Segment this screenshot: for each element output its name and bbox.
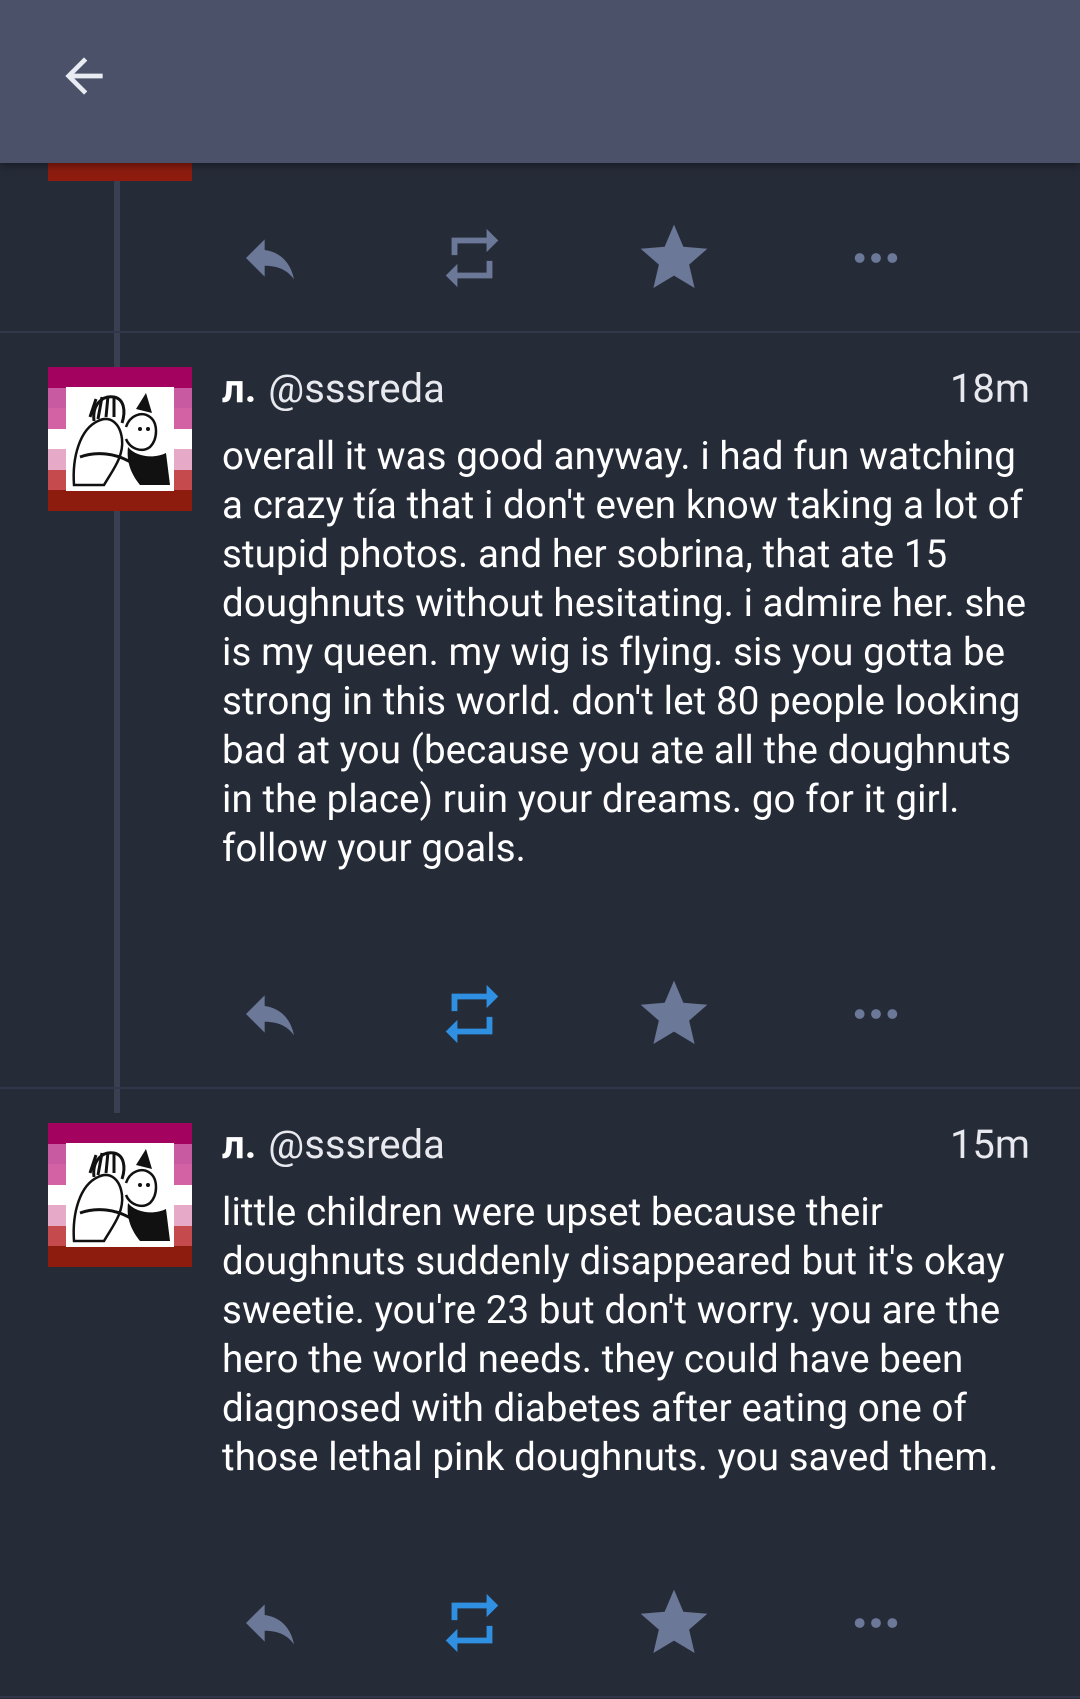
- retweet-icon: [445, 984, 499, 1044]
- more-button[interactable]: [826, 969, 926, 1059]
- retweet-icon: [445, 1593, 499, 1653]
- star-icon: [640, 224, 708, 288]
- reply-button[interactable]: [220, 213, 320, 303]
- reply-button[interactable]: [220, 1578, 320, 1668]
- avatar[interactable]: [48, 367, 192, 511]
- more-horizontal-icon: [854, 253, 898, 263]
- favorite-button[interactable]: [624, 969, 724, 1059]
- tweet-actions: [0, 1578, 1080, 1668]
- star-icon: [640, 1589, 708, 1653]
- retweet-button[interactable]: [422, 213, 522, 303]
- back-button[interactable]: [44, 36, 124, 116]
- more-button[interactable]: [826, 213, 926, 303]
- retweet-button-active[interactable]: [422, 969, 522, 1059]
- more-horizontal-icon: [854, 1009, 898, 1019]
- tweet-text: little children were upset because their…: [222, 1190, 1005, 1480]
- handle[interactable]: @sssreda: [268, 1121, 445, 1168]
- reply-button[interactable]: [220, 969, 320, 1059]
- handle[interactable]: @sssreda: [268, 365, 445, 412]
- avatar-drawing: [66, 1143, 174, 1247]
- reply-icon: [246, 995, 294, 1036]
- star-icon: [640, 980, 708, 1044]
- divider: [0, 1087, 1080, 1089]
- tweet-actions: [0, 969, 1080, 1059]
- favorite-button[interactable]: [624, 1578, 724, 1668]
- retweet-button-active[interactable]: [422, 1578, 522, 1668]
- divider: [0, 1696, 1080, 1698]
- tweet-author[interactable]: л. @sssreda: [222, 1120, 445, 1170]
- favorite-button[interactable]: [624, 213, 724, 303]
- divider: [0, 331, 1080, 333]
- avatar-drawing: [66, 387, 174, 491]
- display-name[interactable]: л.: [222, 1121, 256, 1168]
- tweet-text: overall it was good anyway. i had fun wa…: [222, 434, 1027, 871]
- arrow-left-icon: [65, 57, 103, 95]
- avatar[interactable]: [48, 1123, 192, 1267]
- more-horizontal-icon: [854, 1618, 898, 1628]
- tweet-time: 15m: [949, 1121, 1030, 1168]
- app-bar: [0, 0, 1080, 163]
- tweet-author[interactable]: л. @sssreda: [222, 364, 445, 414]
- more-button[interactable]: [826, 1578, 926, 1668]
- previous-tweet-actions: [0, 213, 1080, 303]
- retweet-icon: [445, 228, 499, 288]
- display-name[interactable]: л.: [222, 365, 256, 412]
- tweet-time: 18m: [949, 365, 1030, 412]
- reply-icon: [246, 239, 294, 280]
- reply-icon: [246, 1604, 294, 1645]
